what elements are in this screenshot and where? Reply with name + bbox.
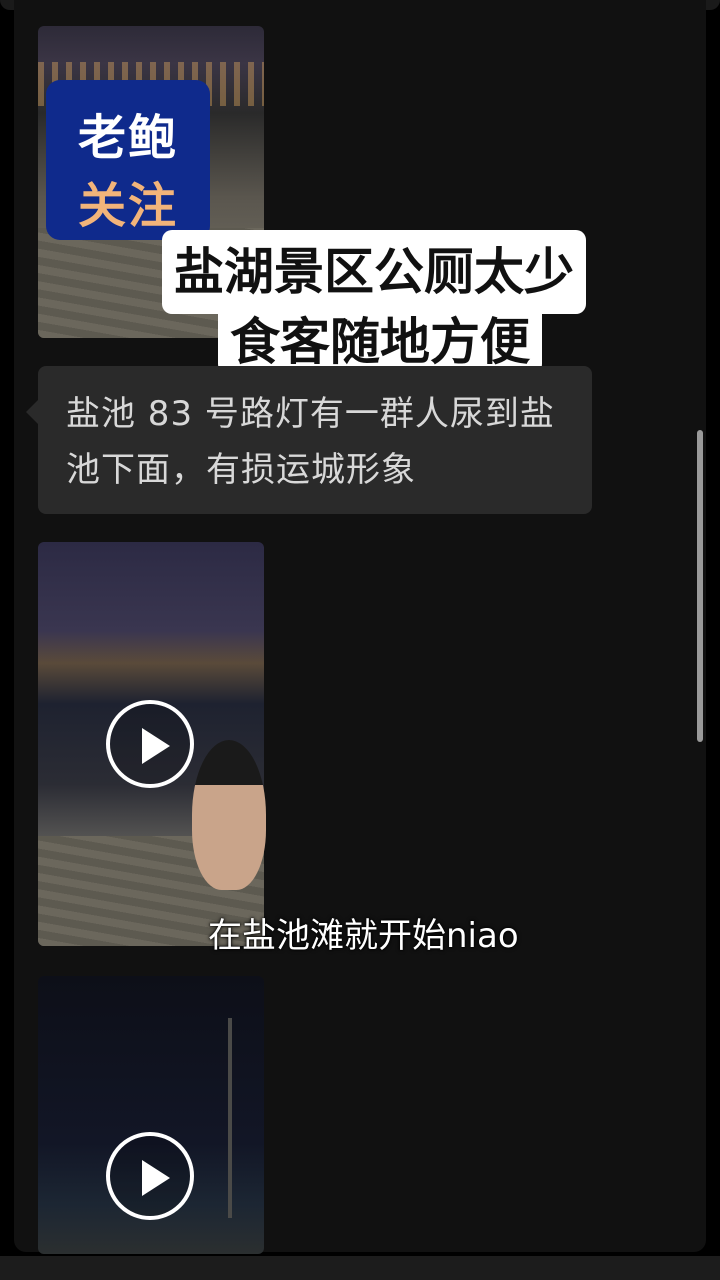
logo-line1: 老鲍 xyxy=(77,110,178,166)
message-text: 盐池 83 号路灯有一群人尿到盐池下面，有损运城形象 xyxy=(66,394,555,490)
person-face xyxy=(192,740,266,890)
headline-line2: 食客随地方便 xyxy=(218,312,542,374)
scrollbar[interactable] xyxy=(697,430,703,742)
message-bubble[interactable]: 盐池 83 号路灯有一群人尿到盐池下面，有损运城形象 xyxy=(38,366,592,514)
headline-line1: 盐湖景区公厕太少 xyxy=(162,230,586,314)
bubble-tail xyxy=(26,400,38,424)
utility-pole xyxy=(228,1018,232,1218)
play-icon[interactable] xyxy=(106,1132,194,1220)
bottom-bar xyxy=(0,1256,720,1280)
video-subtitle: 在盐池滩就开始niao xyxy=(208,916,519,956)
play-icon[interactable] xyxy=(106,700,194,788)
logo-line2: 关注 xyxy=(77,178,178,234)
channel-logo: 老鲍 关注 xyxy=(46,80,210,240)
